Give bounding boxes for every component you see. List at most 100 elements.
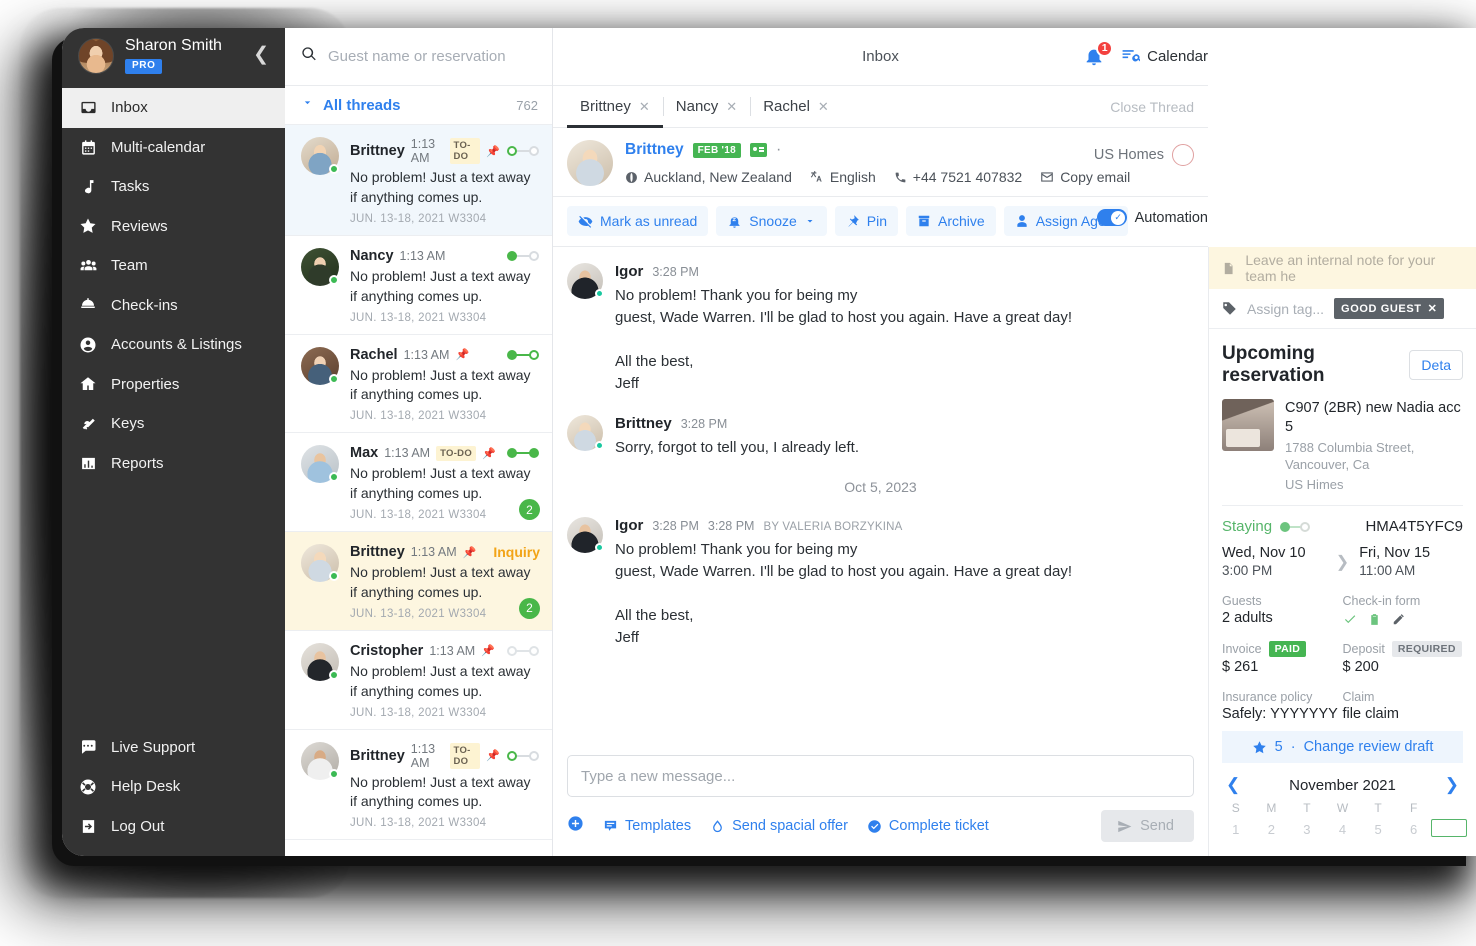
thread-item[interactable]: Brittney 1:13 AM TO-DO 📌 No problem! Jus… xyxy=(285,125,552,236)
mark-as-unread-button[interactable]: Mark as unread xyxy=(567,206,708,236)
internal-note-row[interactable]: Leave an internal note for your team he xyxy=(1209,247,1476,289)
copy-email-button[interactable]: Copy email xyxy=(1040,169,1130,185)
details-button[interactable]: Deta xyxy=(1409,350,1463,380)
sidebar-profile[interactable]: Sharon Smith PRO ❮ xyxy=(62,28,285,84)
stay-dates: Wed, Nov 10 3:00 PM ❯ Fri, Nov 15 11:00 … xyxy=(1209,541,1476,590)
calendar-day[interactable]: 4 xyxy=(1325,819,1361,837)
thread-name: Nancy xyxy=(350,248,394,264)
close-icon[interactable]: ✕ xyxy=(1428,302,1438,315)
thread-preview: No problem! Just a text away if anything… xyxy=(350,267,540,307)
tab-brittney[interactable]: Brittney ✕ xyxy=(567,86,663,127)
sidebar-item-inbox[interactable]: Inbox xyxy=(62,88,285,128)
sidebar-item-help-desk[interactable]: Help Desk xyxy=(62,767,285,807)
calendar-day[interactable]: 3 xyxy=(1289,819,1325,837)
calendar-day[interactable]: 1 xyxy=(1218,819,1254,837)
plus-circle-icon[interactable] xyxy=(567,815,584,837)
calendar-prev-button[interactable]: ❮ xyxy=(1222,775,1244,795)
account-selector[interactable]: US Homes xyxy=(1094,144,1194,166)
sidebar-item-tasks[interactable]: Tasks xyxy=(62,167,285,207)
sidebar-item-live-support[interactable]: Live Support xyxy=(62,728,285,768)
sidebar-item-label: Keys xyxy=(111,415,144,432)
tab-rachel[interactable]: Rachel ✕ xyxy=(750,86,842,127)
check-circle-icon xyxy=(867,819,882,834)
sidebar-item-log-out[interactable]: Log Out xyxy=(62,807,285,847)
close-icon[interactable]: ✕ xyxy=(726,99,737,115)
automation-toggle[interactable] xyxy=(1097,209,1127,226)
member-since-badge: FEB '18 xyxy=(693,143,741,158)
message-input-box[interactable] xyxy=(567,755,1194,797)
star-icon xyxy=(78,217,98,235)
thread-name: Brittney xyxy=(350,143,405,159)
thread-preview: No problem! Just a text away if anything… xyxy=(350,662,540,702)
signature-pen-icon[interactable] xyxy=(1392,612,1406,626)
assign-tag-row[interactable]: Assign tag... GOOD GUEST ✕ xyxy=(1209,289,1476,329)
template-icon xyxy=(603,819,618,834)
contact-language[interactable]: English xyxy=(810,169,876,185)
check-in-time: 3:00 PM xyxy=(1222,563,1326,578)
notifications-button[interactable]: 1 xyxy=(1083,45,1107,69)
send-button[interactable]: Send xyxy=(1101,810,1194,842)
calendar-day[interactable]: 6 xyxy=(1396,819,1432,837)
calendar-next-button[interactable]: ❯ xyxy=(1441,775,1463,795)
tab-nancy[interactable]: Nancy ✕ xyxy=(663,86,750,127)
thread-item[interactable]: Nancy 1:13 AM No problem! Just a text aw… xyxy=(285,236,552,335)
search-bar[interactable] xyxy=(285,28,552,86)
pin-button[interactable]: Pin xyxy=(835,206,898,236)
change-review-draft-button[interactable]: 5 · Change review draft xyxy=(1222,731,1463,763)
thread-item[interactable]: Cristopher 1:13 AM 📌 No problem! Just a … xyxy=(285,631,552,730)
templates-button[interactable]: Templates xyxy=(603,818,691,834)
thread-scroll[interactable]: Brittney 1:13 AM TO-DO 📌 No problem! Jus… xyxy=(285,125,552,856)
sidebar-item-reviews[interactable]: Reviews xyxy=(62,207,285,247)
contact-phone[interactable]: +44 7521 407832 xyxy=(894,169,1022,185)
thread-item[interactable]: Brittney 1:13 AM 📌 Inquiry No problem! J… xyxy=(285,532,552,631)
calendar-day[interactable]: 5 xyxy=(1360,819,1396,837)
check-icon[interactable] xyxy=(1343,612,1357,626)
thread-item[interactable]: Brittney 1:13 AM TO-DO 📌 No problem! Jus… xyxy=(285,730,552,841)
thread-item[interactable]: Max 1:13 AM TO-DO 📌 No problem! Just a t… xyxy=(285,433,552,532)
sidebar-item-properties[interactable]: Properties xyxy=(62,365,285,405)
field-value[interactable]: file claim xyxy=(1343,706,1464,722)
search-input[interactable] xyxy=(328,48,538,65)
guests-field: Guests 2 adults xyxy=(1222,594,1343,626)
close-thread-button[interactable]: Close Thread xyxy=(1110,99,1208,115)
message-time: 3:28 PM xyxy=(681,417,728,431)
calendar-search-button[interactable]: Calendar xyxy=(1121,47,1208,66)
check-in-date-block: Wed, Nov 10 3:00 PM xyxy=(1222,545,1326,578)
snooze-button[interactable]: Snooze xyxy=(716,206,826,236)
thread-preview: No problem! Just a text away if anything… xyxy=(350,563,540,603)
calendar-day[interactable]: 2 xyxy=(1254,819,1290,837)
send-special-offer-button[interactable]: Send spacial offer xyxy=(710,818,848,834)
tag-icon xyxy=(1222,301,1237,316)
sidebar-item-team[interactable]: Team xyxy=(62,246,285,286)
sidebar-item-reports[interactable]: Reports xyxy=(62,444,285,484)
sidebar-item-multi-calendar[interactable]: Multi-calendar xyxy=(62,128,285,168)
clipboard-icon[interactable] xyxy=(1368,613,1381,626)
close-icon[interactable]: ✕ xyxy=(639,99,650,115)
sidebar-item-check-ins[interactable]: Check-ins xyxy=(62,286,285,326)
thread-meta: JUN. 13-18, 2021 W3304 xyxy=(350,608,540,620)
thread-meta: JUN. 13-18, 2021 W3304 xyxy=(350,213,540,225)
property-summary[interactable]: C907 (2BR) new Nadia acc 5 1788 Columbia… xyxy=(1209,395,1476,505)
calendar-day[interactable] xyxy=(1431,819,1467,837)
chevron-left-icon[interactable]: ❮ xyxy=(247,41,271,71)
contact-name[interactable]: Brittney xyxy=(625,141,684,159)
online-dot xyxy=(329,571,339,581)
archive-button[interactable]: Archive xyxy=(906,206,996,236)
field-value: Safely: YYYYYYY xyxy=(1222,706,1343,722)
date-separator: Oct 5, 2023 xyxy=(567,479,1194,495)
tag-chip[interactable]: GOOD GUEST ✕ xyxy=(1334,298,1444,319)
all-threads-filter[interactable]: All threads 762 xyxy=(285,86,552,125)
thread-item[interactable]: Rachel 1:13 AM 📌 No problem! Just a text… xyxy=(285,335,552,434)
complete-ticket-button[interactable]: Complete ticket xyxy=(867,818,989,834)
thread-preview: No problem! Just a text away if anything… xyxy=(350,773,540,813)
message-sender: Igor xyxy=(615,263,643,280)
message-input[interactable] xyxy=(581,768,1180,785)
logout-icon xyxy=(78,818,98,835)
contact-location[interactable]: Auckland, New Zealand xyxy=(625,169,792,185)
conversation[interactable]: Igor 3:28 PM No problem! Thank you for b… xyxy=(553,247,1208,755)
close-icon[interactable]: ✕ xyxy=(818,99,829,115)
automation-toggle-group[interactable]: Automation xyxy=(1097,209,1208,226)
sidebar-item-accounts-listings[interactable]: Accounts & Listings xyxy=(62,325,285,365)
online-dot xyxy=(595,289,604,298)
sidebar-item-keys[interactable]: Keys xyxy=(62,404,285,444)
